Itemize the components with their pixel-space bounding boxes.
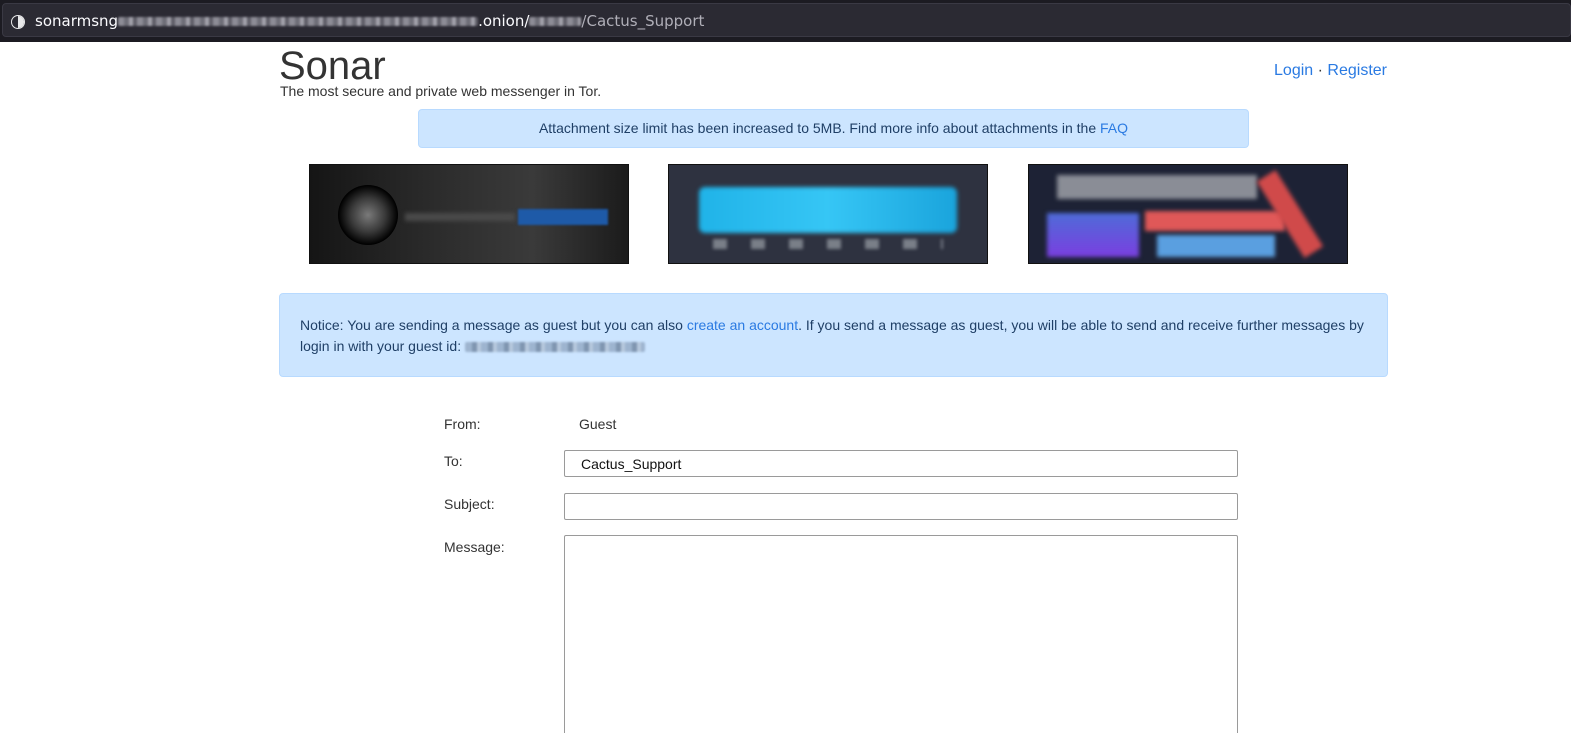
ad-banner-1[interactable] bbox=[309, 164, 629, 264]
site-logo[interactable]: Sonar bbox=[279, 44, 386, 88]
subject-field[interactable] bbox=[564, 493, 1238, 520]
url-prefix: sonarmsng bbox=[35, 12, 119, 30]
auth-links: Login · Register bbox=[1274, 62, 1387, 80]
url-onion: .onion/ bbox=[478, 12, 530, 30]
onion-site-icon[interactable] bbox=[11, 15, 25, 29]
redacted-path bbox=[529, 17, 582, 26]
address-bar[interactable]: sonarmsng .onion/ /Cactus_Support bbox=[2, 3, 1571, 37]
from-label: From: bbox=[444, 416, 481, 432]
banner-text-blur bbox=[405, 213, 515, 221]
redacted-guest-id bbox=[464, 342, 645, 353]
attachment-info-alert: Attachment size limit has been increased… bbox=[418, 109, 1249, 148]
banner-wordmark bbox=[699, 187, 957, 233]
banner-subtitle-blur bbox=[713, 239, 943, 249]
banner-block-red bbox=[1145, 211, 1285, 231]
banner-logo-icon bbox=[338, 185, 398, 245]
register-link[interactable]: Register bbox=[1327, 62, 1387, 79]
to-field[interactable] bbox=[564, 450, 1238, 477]
url-path: /Cactus_Support bbox=[581, 12, 705, 30]
ad-banner-3[interactable] bbox=[1028, 164, 1348, 264]
auth-separator: · bbox=[1317, 62, 1323, 79]
ad-banner-2[interactable] bbox=[668, 164, 988, 264]
message-field[interactable] bbox=[564, 535, 1238, 733]
browser-toolbar: sonarmsng .onion/ /Cactus_Support bbox=[0, 0, 1571, 42]
notice-text-before: Notice: You are sending a message as gue… bbox=[300, 317, 687, 333]
faq-link[interactable]: FAQ bbox=[1100, 120, 1128, 136]
guest-notice: Notice: You are sending a message as gue… bbox=[279, 293, 1388, 377]
login-link[interactable]: Login bbox=[1274, 62, 1313, 79]
message-label: Message: bbox=[444, 539, 505, 555]
create-account-link[interactable]: create an account bbox=[687, 317, 798, 333]
subject-label: Subject: bbox=[444, 496, 495, 512]
from-value: Guest bbox=[579, 416, 617, 432]
banner-block-blue bbox=[1157, 235, 1275, 257]
redacted-address bbox=[118, 17, 479, 26]
banner-block-purple bbox=[1047, 213, 1139, 257]
address-text[interactable]: sonarmsng .onion/ /Cactus_Support bbox=[35, 12, 704, 30]
banner-header-blur bbox=[1057, 175, 1257, 199]
banner-button-blur bbox=[518, 209, 608, 225]
site-tagline: The most secure and private web messenge… bbox=[280, 83, 602, 99]
alert-text: Attachment size limit has been increased… bbox=[538, 120, 1101, 136]
to-label: To: bbox=[444, 453, 463, 469]
